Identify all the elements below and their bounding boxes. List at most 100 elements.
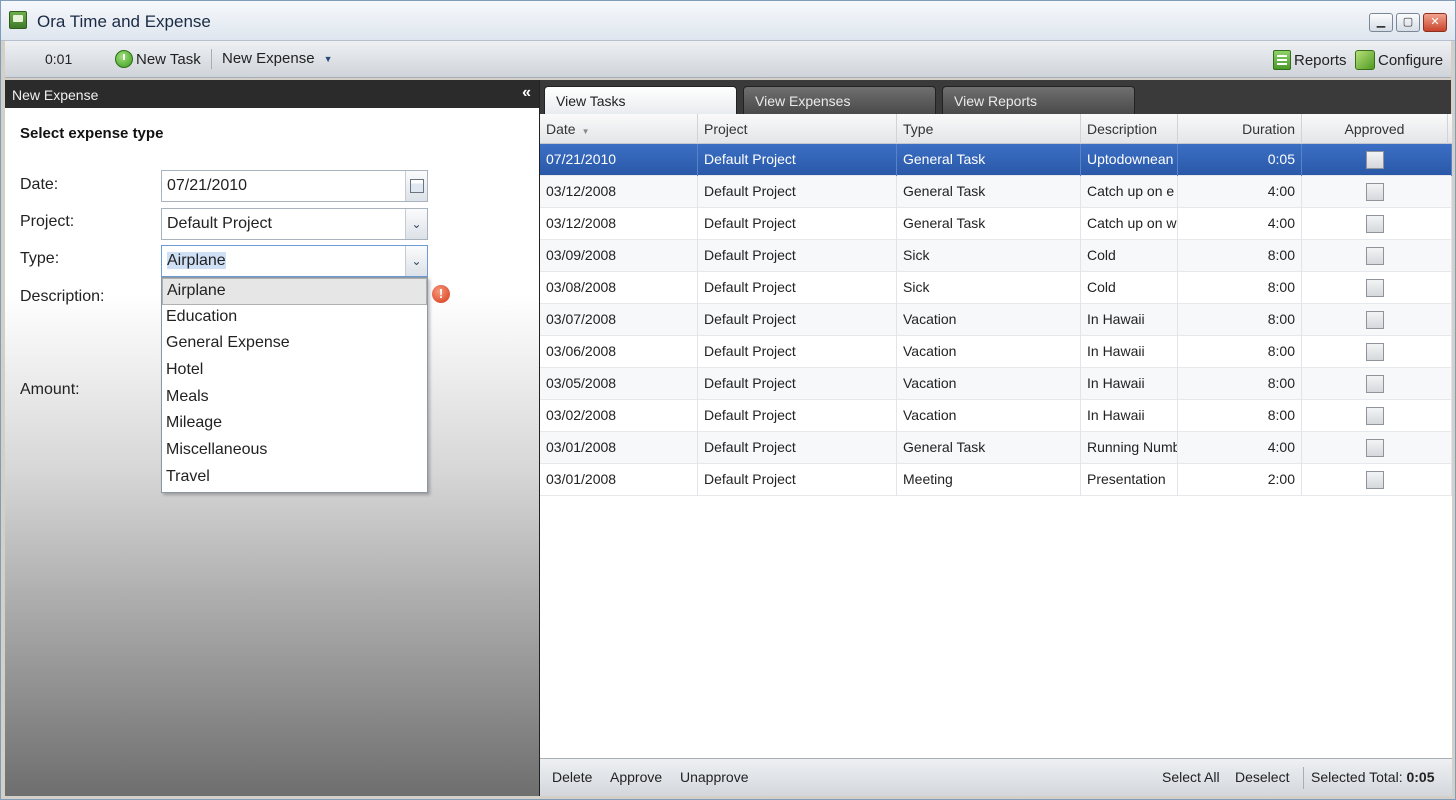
tasks-table: Date ▼ Project Type Description Duration … [540,114,1452,758]
chevron-down-icon: ⌄ [411,217,422,231]
calendar-button[interactable] [405,171,427,201]
cell-description: In Hawaii [1081,400,1178,432]
table-row[interactable]: 03/02/2008 Default Project Vacation In Hawa… [540,400,1452,432]
type-value: Airplane [167,252,226,269]
cell-type: Vacation [897,304,1081,336]
tab-view-tasks[interactable]: View Tasks [544,86,737,114]
approved-checkbox[interactable] [1366,311,1384,329]
type-option-general-expense[interactable]: General Expense [162,331,427,358]
type-option-miscellaneous[interactable]: Miscellaneous [162,438,427,465]
reports-button[interactable]: Reports [1273,50,1347,70]
table-row[interactable]: 07/21/2010 Default Project General Task Upt… [540,144,1452,176]
tab-view-reports[interactable]: View Reports [942,86,1135,114]
section-title: Select expense type [20,125,164,142]
window-controls: ▁ ▢ ✕ [1369,13,1447,32]
new-expense-button[interactable]: New Expense ▼ [222,50,332,67]
project-dropdown-button[interactable]: ⌄ [405,209,427,239]
table-row[interactable]: 03/08/2008 Default Project Sick Cold 8:00 [540,272,1452,304]
approved-checkbox[interactable] [1366,471,1384,489]
cell-type: Vacation [897,336,1081,368]
project-select[interactable]: Default Project ⌄ [161,208,428,240]
approved-checkbox[interactable] [1366,375,1384,393]
cell-date: 07/21/2010 [540,144,698,176]
tab-view-expenses[interactable]: View Expenses [743,86,936,114]
cell-date: 03/12/2008 [540,208,698,240]
app-logo-icon [9,11,27,29]
table-row[interactable]: 03/01/2008 Default Project Meeting Presenta… [540,464,1452,496]
maximize-icon[interactable]: ▢ [1396,13,1420,32]
deselect-button[interactable]: Deselect [1235,769,1289,785]
cell-description: In Hawaii [1081,368,1178,400]
cell-description: Catch up on w [1081,208,1178,240]
approved-checkbox[interactable] [1366,343,1384,361]
approved-checkbox[interactable] [1366,439,1384,457]
cell-date: 03/05/2008 [540,368,698,400]
cell-date: 03/12/2008 [540,176,698,208]
approved-checkbox[interactable] [1366,215,1384,233]
select-all-button[interactable]: Select All [1162,769,1220,785]
cell-date: 03/08/2008 [540,272,698,304]
type-dropdown-button[interactable]: ⌄ [405,246,427,276]
collapse-icon[interactable]: « [522,84,531,102]
reports-label: Reports [1294,51,1347,69]
approved-checkbox[interactable] [1366,151,1384,169]
table-row[interactable]: 03/01/2008 Default Project General Task Run… [540,432,1452,464]
wrench-icon [1355,50,1375,70]
new-expense-label: New Expense [222,50,315,67]
configure-button[interactable]: Configure [1355,50,1443,70]
type-dropdown-list: Airplane Education General Expense Hotel… [161,277,428,493]
cell-project: Default Project [698,336,897,368]
cell-description: Cold [1081,240,1178,272]
type-option-hotel[interactable]: Hotel [162,358,427,385]
report-icon [1273,50,1291,70]
table-row[interactable]: 03/09/2008 Default Project Sick Cold 8:00 [540,240,1452,272]
type-select[interactable]: Airplane ⌄ [161,245,428,277]
type-option-airplane[interactable]: Airplane [162,278,427,305]
table-row[interactable]: 03/12/2008 Default Project General Task Cat… [540,176,1452,208]
cell-duration: 2:00 [1178,464,1302,496]
approved-checkbox[interactable] [1366,183,1384,201]
cell-description: In Hawaii [1081,304,1178,336]
type-option-meals[interactable]: Meals [162,385,427,412]
approved-checkbox[interactable] [1366,407,1384,425]
column-header-description[interactable]: Description [1081,114,1178,144]
approved-checkbox[interactable] [1366,247,1384,265]
table-row[interactable]: 03/12/2008 Default Project General Task Cat… [540,208,1452,240]
cell-project: Default Project [698,368,897,400]
new-task-button[interactable]: New Task [115,50,201,68]
table-action-bar: Delete Approve Unapprove Select All Dese… [540,758,1452,796]
unapprove-button[interactable]: Unapprove [680,769,749,785]
minimize-icon[interactable]: ▁ [1369,13,1393,32]
column-header-approved[interactable]: Approved [1302,114,1448,144]
tasks-panel: View Tasks View Expenses View Reports Da… [539,80,1452,796]
project-label: Project: [20,213,75,230]
panel-header: New Expense « [5,80,539,108]
cell-project: Default Project [698,176,897,208]
type-option-travel[interactable]: Travel [162,465,427,492]
approve-button[interactable]: Approve [610,769,662,785]
configure-label: Configure [1378,51,1444,69]
table-row[interactable]: 03/06/2008 Default Project Vacation In Hawa… [540,336,1452,368]
cell-project: Default Project [698,240,897,272]
cell-duration: 8:00 [1178,400,1302,432]
app-window: Ora Time and Expense ▁ ▢ ✕ 0:01 New Task… [0,0,1456,800]
new-expense-panel: New Expense « Select expense type Date: … [5,80,539,796]
type-option-education[interactable]: Education [162,305,427,332]
close-icon[interactable]: ✕ [1423,13,1447,32]
column-header-project[interactable]: Project [698,114,897,144]
action-bar-divider [1303,767,1304,789]
table-row[interactable]: 03/05/2008 Default Project Vacation In Hawa… [540,368,1452,400]
column-header-date[interactable]: Date ▼ [540,114,698,144]
column-header-duration[interactable]: Duration [1178,114,1302,144]
cell-description: Catch up on e [1081,176,1178,208]
cell-duration: 0:05 [1178,144,1302,176]
column-header-type[interactable]: Type [897,114,1081,144]
table-row[interactable]: 03/07/2008 Default Project Vacation In Hawa… [540,304,1452,336]
cell-date: 03/01/2008 [540,432,698,464]
date-field[interactable]: 07/21/2010 [161,170,428,202]
approved-checkbox[interactable] [1366,279,1384,297]
cell-type: Sick [897,240,1081,272]
type-option-mileage[interactable]: Mileage [162,411,427,438]
delete-button[interactable]: Delete [552,769,592,785]
cell-date: 03/09/2008 [540,240,698,272]
